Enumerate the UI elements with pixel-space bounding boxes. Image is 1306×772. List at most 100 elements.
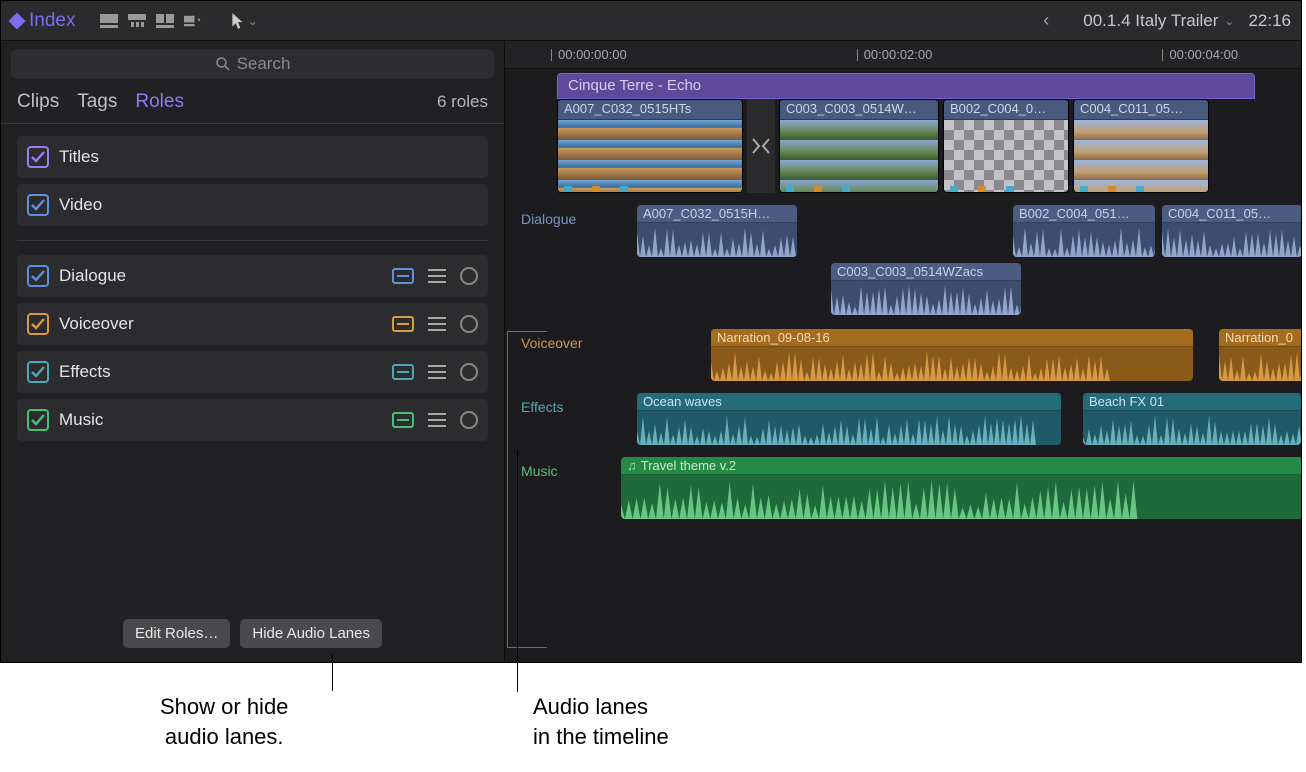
subrole-list-icon[interactable] [428, 317, 446, 331]
role-label: Video [59, 195, 478, 215]
solo-toggle-icon[interactable] [460, 411, 478, 429]
annotation-leader-line [517, 450, 518, 692]
tab-tags[interactable]: Tags [77, 91, 117, 113]
project-duration: 22:16 [1248, 11, 1291, 31]
role-row-effects[interactable]: Effects [17, 351, 488, 393]
audio-clip[interactable]: Narration_0 [1219, 329, 1301, 381]
index-label: Index [29, 10, 75, 32]
audio-clip[interactable]: Narration_09-08-16 [711, 329, 1193, 381]
role-checkbox[interactable] [27, 146, 49, 168]
lane-track[interactable]: A007_C032_0515H… B002_C004_051… C004_C011_… [611, 203, 1301, 263]
toolbar: Index ⌄ ‹ 00.1.4 Italy Trailer ⌄ 22:16 [1, 1, 1301, 41]
ruler-tick: 00:00:04:00 [1169, 47, 1238, 62]
audio-lane-music: Music ♫Travel theme v.2 [515, 455, 1301, 527]
solo-toggle-icon[interactable] [460, 267, 478, 285]
clip-name: C003_C003_0514WZacs [831, 263, 1021, 281]
clip-name: Narration_09-08-16 [711, 329, 1193, 347]
storyline-title[interactable]: Cinque Terre - Echo [557, 73, 1255, 99]
clip-name: Narration_0 [1219, 329, 1301, 347]
role-checkbox[interactable] [27, 194, 49, 216]
lane-toggle-icon[interactable] [392, 412, 414, 428]
appearance-icon-2[interactable] [125, 10, 149, 32]
history-back-icon[interactable]: ‹ [1043, 10, 1069, 31]
ruler-tick: 00:00:00:00 [558, 47, 627, 62]
lane-track[interactable]: Narration_09-08-16 Narration_0 [611, 327, 1301, 387]
clip-name: C004_C011_05… [1162, 205, 1301, 223]
role-checkbox[interactable] [27, 409, 49, 431]
role-row-titles[interactable]: Titles [17, 136, 488, 178]
ruler-tick: 00:00:02:00 [864, 47, 933, 62]
solo-toggle-icon[interactable] [460, 363, 478, 381]
timeline-body[interactable]: Cinque Terre - Echo A007_C032_0515HTs C00… [505, 69, 1301, 662]
video-clip[interactable]: B002_C004_0… [943, 99, 1069, 193]
audio-clip[interactable]: C003_C003_0514WZacs [831, 263, 1021, 315]
chevron-down-icon: ⌄ [1224, 14, 1234, 28]
role-count: 6 roles [437, 92, 488, 112]
role-checkbox[interactable] [27, 265, 49, 287]
audio-clip[interactable]: Beach FX 01 [1083, 393, 1301, 445]
subrole-list-icon[interactable] [428, 413, 446, 427]
primary-storyline: Cinque Terre - Echo A007_C032_0515HTs C00… [509, 73, 1301, 193]
clip-name: ♫Travel theme v.2 [621, 457, 1301, 475]
chevron-down-icon: ⌄ [247, 14, 257, 28]
index-button[interactable]: Index [11, 10, 75, 32]
project-title: 00.1.4 Italy Trailer [1083, 11, 1218, 31]
role-label: Dialogue [59, 266, 382, 286]
clip-name: C003_C003_0514W… [780, 100, 938, 120]
role-row-video[interactable]: Video [17, 184, 488, 226]
audio-clip[interactable]: ♫Travel theme v.2 [621, 457, 1301, 519]
lane-label: Voiceover [515, 327, 611, 359]
lane-track[interactable]: ♫Travel theme v.2 [611, 455, 1301, 515]
role-row-voiceover[interactable]: Voiceover [17, 303, 488, 345]
role-checkbox[interactable] [27, 361, 49, 383]
select-tool-dropdown[interactable]: ⌄ [231, 12, 257, 30]
lane-track[interactable]: Ocean waves Beach FX 01 [611, 391, 1301, 451]
time-ruler[interactable]: 00:00:00:00 00:00:02:00 00:00:04:00 [505, 41, 1301, 69]
timeline[interactable]: 00:00:00:00 00:00:02:00 00:00:04:00 Cinq… [505, 41, 1301, 662]
role-label: Titles [59, 147, 478, 167]
audio-clip[interactable]: C004_C011_05… [1162, 205, 1301, 257]
index-sidebar: Search Clips Tags Roles 6 roles Titles [1, 41, 505, 662]
annotation-right: Audio lanes in the timeline [533, 692, 669, 751]
lane-toggle-icon[interactable] [392, 268, 414, 284]
roles-list: Titles Video Dialogue [1, 124, 504, 453]
role-label: Voiceover [59, 314, 382, 334]
project-title-dropdown[interactable]: 00.1.4 Italy Trailer ⌄ [1083, 11, 1234, 31]
lane-toggle-icon[interactable] [392, 364, 414, 380]
video-clip[interactable]: A007_C032_0515HTs [557, 99, 743, 193]
audio-lane-dialogue: Dialogue A007_C032_0515H…B002_C004_051…C… [515, 203, 1301, 327]
video-clip[interactable]: C004_C011_05… [1073, 99, 1209, 193]
audio-clip[interactable]: Ocean waves [637, 393, 1061, 445]
clip-name: A007_C032_0515H… [637, 205, 797, 223]
appearance-icon-1[interactable] [97, 10, 121, 32]
hide-audio-lanes-button[interactable]: Hide Audio Lanes [240, 619, 382, 648]
lane-toggle-icon[interactable] [392, 316, 414, 332]
audio-clip[interactable]: B002_C004_051… [1013, 205, 1155, 257]
role-label: Effects [59, 362, 382, 382]
role-checkbox[interactable] [27, 313, 49, 335]
clip-name: Ocean waves [637, 393, 1061, 411]
audio-clip[interactable]: A007_C032_0515H… [637, 205, 797, 257]
search-input[interactable]: Search [11, 49, 494, 79]
annotation-leader-line [332, 655, 333, 691]
app-window: Index ⌄ ‹ 00.1.4 Italy Trailer ⌄ 22:16 [0, 0, 1302, 663]
lane-label: Music [515, 455, 611, 487]
role-row-dialogue[interactable]: Dialogue [17, 255, 488, 297]
index-diamond-icon [9, 12, 26, 29]
sidebar-footer: Edit Roles… Hide Audio Lanes [1, 609, 504, 662]
appearance-icon-3[interactable] [153, 10, 177, 32]
music-note-icon: ♫ [627, 458, 637, 473]
tab-roles[interactable]: Roles [135, 91, 184, 113]
subrole-list-icon[interactable] [428, 269, 446, 283]
main-area: Search Clips Tags Roles 6 roles Titles [1, 41, 1301, 662]
role-row-music[interactable]: Music [17, 399, 488, 441]
edit-roles-button[interactable]: Edit Roles… [123, 619, 230, 648]
video-clip[interactable]: C003_C003_0514W… [779, 99, 939, 193]
tab-clips[interactable]: Clips [17, 91, 59, 113]
solo-toggle-icon[interactable] [460, 315, 478, 333]
appearance-icon-4[interactable] [181, 10, 205, 32]
subrole-list-icon[interactable] [428, 365, 446, 379]
role-label: Music [59, 410, 382, 430]
clip-name: Beach FX 01 [1083, 393, 1301, 411]
transition-icon[interactable] [747, 99, 775, 193]
